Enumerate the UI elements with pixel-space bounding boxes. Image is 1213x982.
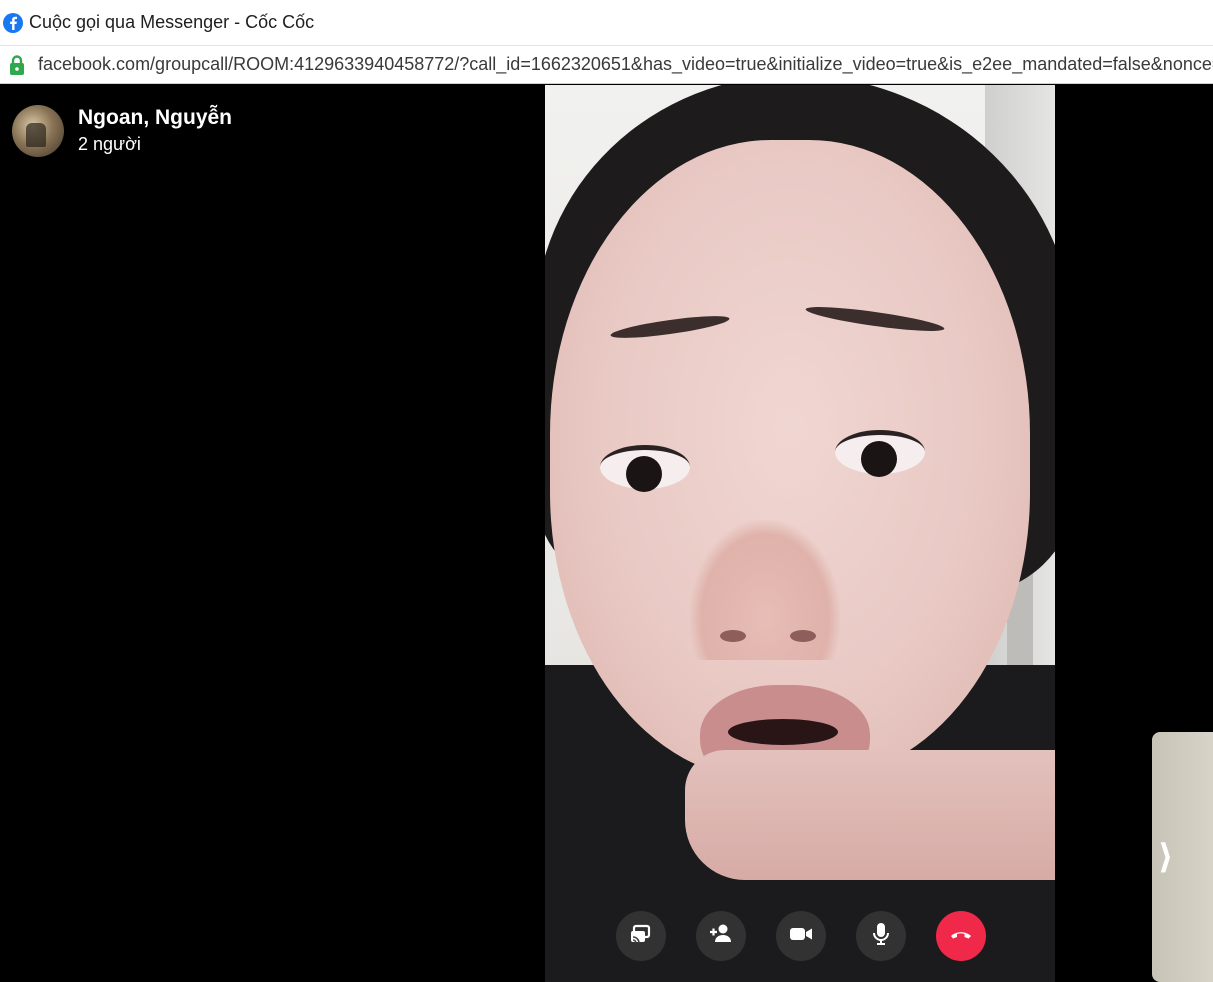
url-text[interactable]: facebook.com/groupcall/ROOM:412963394045… — [38, 54, 1213, 75]
call-title[interactable]: Ngoan, Nguyễn — [78, 105, 232, 131]
screen-share-icon — [628, 921, 654, 952]
video-hand — [685, 750, 1055, 880]
microphone-icon — [868, 921, 894, 952]
right-nostril — [790, 630, 816, 642]
window-title: Cuộc gọi qua Messenger - Cốc Cốc — [29, 12, 315, 32]
left-brow — [609, 311, 731, 343]
lock-icon[interactable] — [8, 54, 26, 75]
address-bar[interactable]: facebook.com/groupcall/ROOM:412963394045… — [0, 46, 1213, 84]
screen-share-button[interactable] — [616, 911, 666, 961]
nose — [690, 520, 840, 660]
participant-count: 2 người — [78, 134, 141, 154]
call-header: Ngoan, Nguyễn 2 người — [12, 105, 232, 157]
camera-button[interactable] — [776, 911, 826, 961]
right-eye — [835, 430, 925, 477]
microphone-button[interactable] — [856, 911, 906, 961]
call-controls — [616, 911, 986, 961]
call-stage: Ngoan, Nguyễn 2 người ⟩ — [0, 85, 1213, 982]
video-camera-icon — [788, 921, 814, 952]
right-brow — [804, 302, 946, 336]
facebook-icon — [3, 12, 23, 33]
add-person-button[interactable] — [696, 911, 746, 961]
add-person-icon — [708, 921, 734, 952]
end-call-button[interactable] — [936, 911, 986, 961]
browser-title-bar: Cuộc gọi qua Messenger - Cốc Cốc — [0, 0, 1213, 46]
left-nostril — [720, 630, 746, 642]
video-face — [550, 140, 1030, 795]
avatar[interactable] — [12, 105, 64, 157]
self-view-thumbnail[interactable]: ⟩ — [1152, 732, 1213, 982]
remote-video[interactable] — [545, 85, 1055, 982]
chevron-right-icon[interactable]: ⟩ — [1158, 837, 1174, 877]
hang-up-icon — [948, 921, 974, 952]
left-eye — [600, 445, 690, 492]
